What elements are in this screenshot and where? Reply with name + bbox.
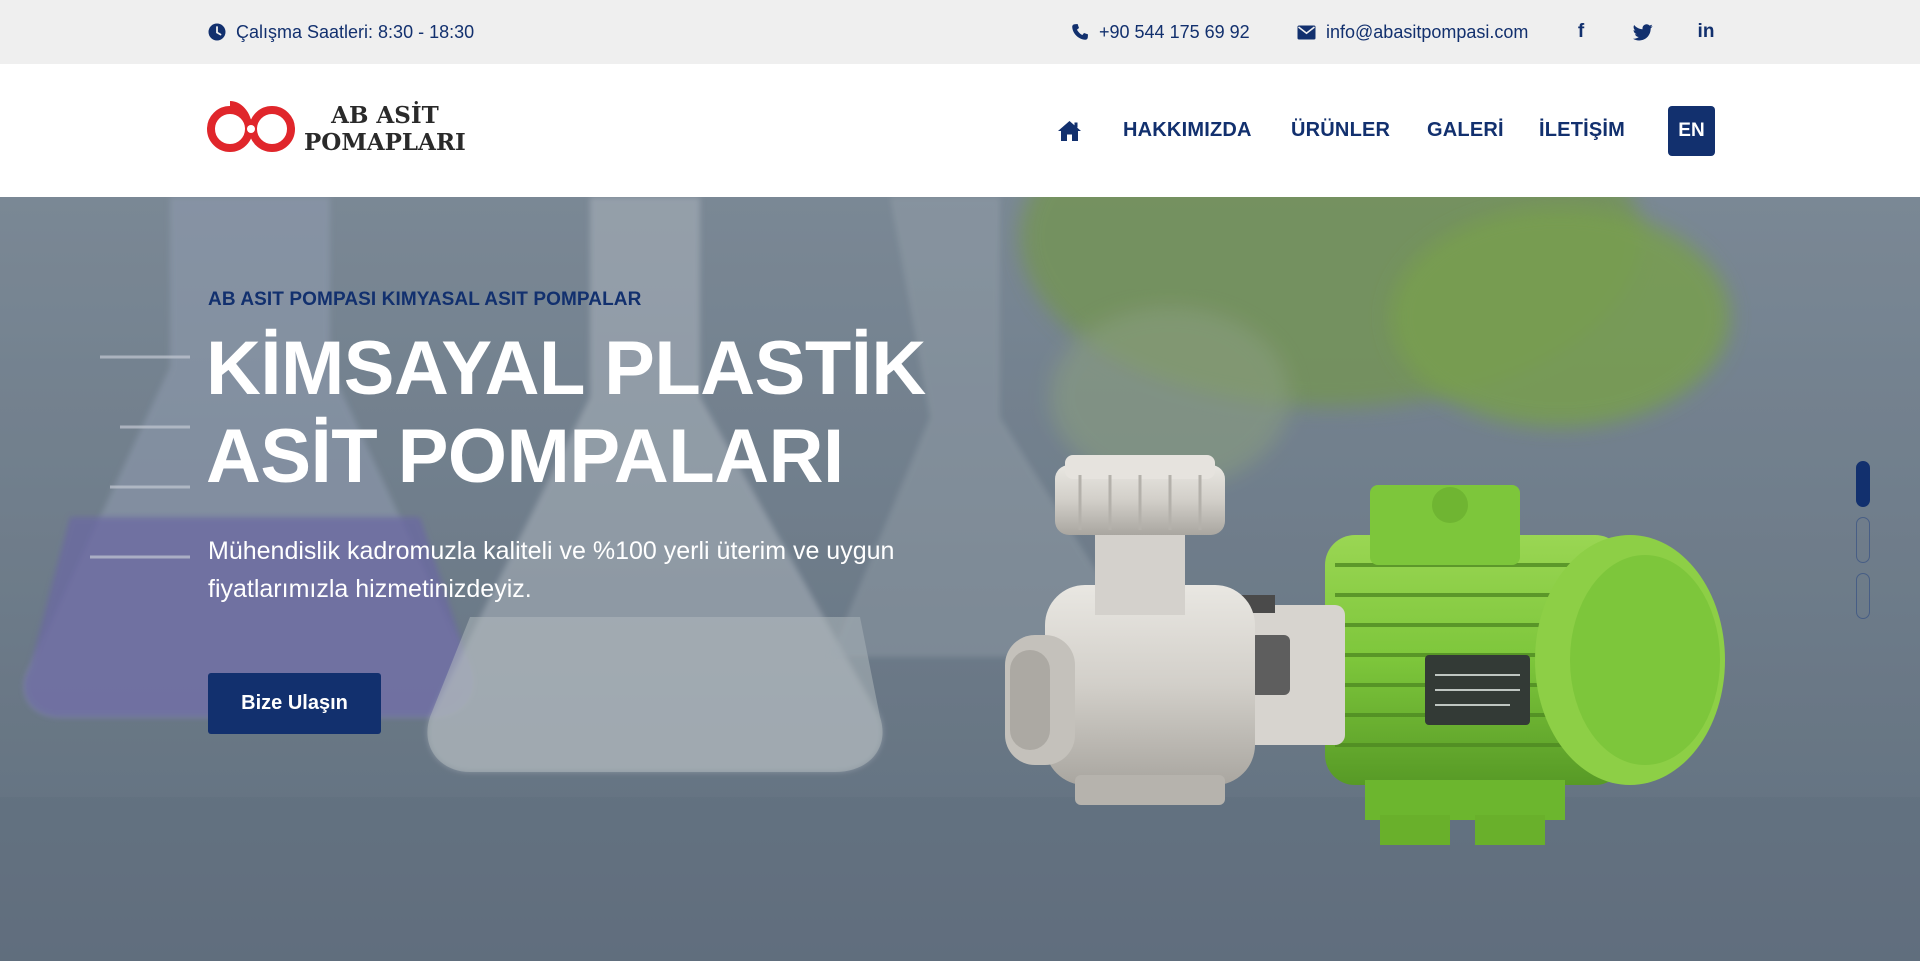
nav-contact-label: İLETİŞİM	[1539, 119, 1626, 141]
nav-contact[interactable]: İLETİŞİM	[1539, 64, 1625, 197]
home-icon	[1057, 120, 1081, 141]
hero-description: Mühendislik kadromuzla kaliteli ve %100 …	[208, 537, 895, 603]
email-link[interactable]: info@abasitpompasi.com	[1297, 0, 1528, 64]
nav-products-label: ÜRÜNLER	[1291, 119, 1391, 141]
linkedin-link[interactable]: in	[1691, 0, 1721, 64]
phone-icon	[1072, 24, 1088, 40]
nav-about[interactable]: HAKKIMIZDA	[1123, 64, 1252, 197]
nav-home[interactable]	[1055, 64, 1083, 197]
phone-number: +90 544 175 69 92	[1099, 21, 1250, 42]
hero-slider: AB ASIT POMPASI KIMYASAL ASIT POMPALAR K…	[0, 197, 1920, 961]
nav-gallery-label: GALERİ	[1427, 119, 1504, 141]
logo-text: AB ASİT POMAPLARI	[304, 102, 466, 156]
nav-products[interactable]: ÜRÜNLER	[1291, 64, 1390, 197]
twitter-link[interactable]	[1628, 0, 1658, 64]
clock-icon	[208, 23, 226, 41]
email-address: info@abasitpompasi.com	[1326, 21, 1529, 42]
phone-link[interactable]: +90 544 175 69 92	[1071, 0, 1250, 64]
site-header: AB ASİT POMAPLARI HAKKIMIZDA ÜRÜNLER GAL…	[0, 64, 1920, 197]
facebook-link[interactable]: f	[1566, 0, 1596, 64]
slide-dot-1[interactable]	[1856, 461, 1870, 507]
slider-pagination	[1856, 461, 1870, 629]
working-hours: Çalışma Saatleri: 8:30 - 18:30	[208, 0, 474, 64]
envelope-icon	[1297, 25, 1316, 39]
slide-dot-2[interactable]	[1856, 517, 1870, 563]
working-hours-text: Çalışma Saatleri: 8:30 - 18:30	[236, 21, 475, 42]
nav-gallery[interactable]: GALERİ	[1427, 64, 1504, 197]
language-switch-button[interactable]: EN	[1668, 106, 1715, 156]
facebook-icon: f	[1577, 21, 1585, 42]
logo-line-1: AB ASİT	[331, 102, 439, 129]
linkedin-icon: in	[1697, 21, 1715, 42]
site-logo[interactable]: AB ASİT POMAPLARI	[206, 94, 476, 166]
hero-kicker: AB ASIT POMPASI KIMYASAL ASIT POMPALAR	[208, 289, 642, 310]
acid-pump-image	[1005, 455, 1725, 845]
contact-us-button[interactable]: Bize Ulaşın	[208, 673, 381, 734]
logo-line-2: POMAPLARI	[304, 129, 466, 156]
logo-mark-icon	[207, 101, 295, 152]
nav-about-label: HAKKIMIZDA	[1123, 119, 1252, 141]
top-bar: Çalışma Saatleri: 8:30 - 18:30 +90 544 1…	[0, 0, 1920, 64]
hero-title: KİMSAYAL PLASTİK ASİT POMPALARI	[206, 326, 926, 499]
twitter-icon	[1633, 23, 1653, 40]
slide-dot-3[interactable]	[1856, 573, 1870, 619]
